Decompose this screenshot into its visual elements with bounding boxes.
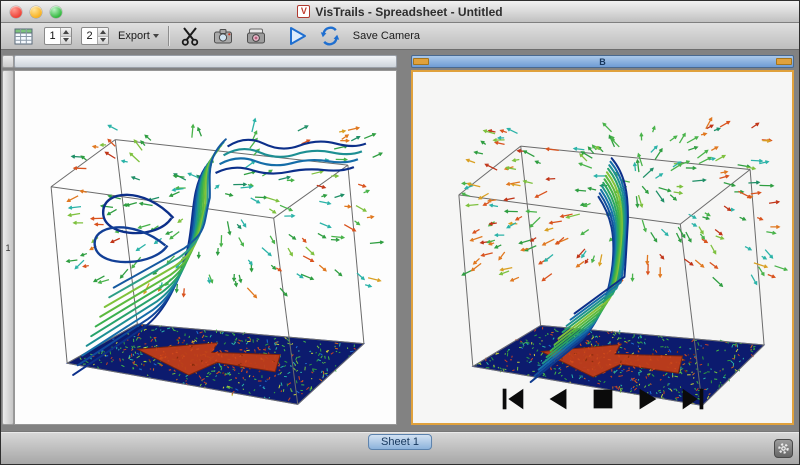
skip-to-end-icon (678, 384, 708, 414)
copy-cell-button[interactable] (244, 24, 268, 48)
row-count-steppers (60, 28, 71, 44)
vistrails-app-icon: V (297, 5, 310, 18)
row-header-1[interactable]: 1 (2, 70, 14, 425)
cut-cell-button[interactable] (178, 24, 202, 48)
column-header-b[interactable]: B (411, 55, 794, 68)
minimize-button[interactable] (30, 6, 42, 18)
camera-copy-icon (245, 25, 267, 47)
skip-to-start-button[interactable] (497, 383, 529, 415)
column-count-spinner[interactable] (81, 27, 109, 45)
execute-play-button[interactable] (285, 24, 309, 48)
zoom-button[interactable] (50, 6, 62, 18)
corner-header[interactable] (2, 55, 14, 68)
column-header-a[interactable] (14, 55, 397, 68)
new-sheet-button[interactable] (11, 24, 35, 48)
window-controls (10, 6, 62, 18)
tab-rail (1, 432, 799, 433)
refresh-button[interactable] (318, 24, 342, 48)
column-count-steppers (97, 28, 108, 44)
skip-to-start-icon (498, 384, 528, 414)
sheet-grid-icon (13, 26, 34, 47)
play-icon (286, 25, 308, 47)
settings-button[interactable] (774, 439, 793, 458)
export-dropdown-icon (153, 34, 159, 38)
column-count-up-button[interactable] (98, 28, 108, 36)
row-count-spinner[interactable] (44, 27, 72, 45)
refresh-icon (319, 25, 341, 47)
gear-icon (777, 442, 790, 455)
column-count-down-button[interactable] (98, 36, 108, 45)
skip-to-end-button[interactable] (677, 383, 709, 415)
save-camera-label: Save Camera (353, 30, 420, 42)
row-header-1-label: 1 (5, 243, 10, 253)
export-menu-button[interactable]: Export (118, 24, 159, 48)
scissors-icon (179, 25, 201, 47)
titlebar[interactable]: V VisTrails - Spreadsheet - Untitled (1, 1, 799, 23)
sheet-tab[interactable]: Sheet 1 (368, 434, 432, 450)
window-title-group: V VisTrails - Spreadsheet - Untitled (297, 5, 502, 19)
selection-mark-left (413, 58, 429, 65)
capture-cell-button[interactable] (211, 24, 235, 48)
row-count-down-button[interactable] (61, 36, 71, 45)
stop-button[interactable] (587, 383, 619, 415)
spinner-up-icon (63, 30, 69, 34)
play-forward-icon (633, 384, 663, 414)
column-count-input[interactable] (82, 28, 97, 44)
selection-mark-right (776, 58, 792, 65)
visualization-b1 (413, 72, 792, 423)
app-window: V VisTrails - Spreadsheet - Untitled (0, 0, 800, 465)
spreadsheet-area: B 1 (1, 50, 799, 431)
step-back-button[interactable] (542, 383, 574, 415)
bottom-bar: Sheet 1 (1, 431, 799, 464)
toolbar-separator (168, 26, 169, 46)
spinner-down-icon (63, 38, 69, 42)
cell-a1[interactable] (14, 70, 397, 425)
column-header-b-label: B (599, 57, 606, 67)
close-button[interactable] (10, 6, 22, 18)
row-count-input[interactable] (45, 28, 60, 44)
export-label: Export (118, 30, 150, 42)
spinner-down-icon (100, 38, 106, 42)
cell-b1-selected[interactable] (411, 70, 794, 425)
camera-icon (212, 25, 234, 47)
row-count-up-button[interactable] (61, 28, 71, 36)
step-back-icon (543, 384, 573, 414)
stop-icon (588, 384, 618, 414)
spinner-up-icon (100, 30, 106, 34)
play-forward-button[interactable] (632, 383, 664, 415)
window-title: VisTrails - Spreadsheet - Untitled (315, 5, 502, 19)
playback-controls (413, 383, 792, 415)
visualization-a1 (15, 71, 396, 424)
toolbar: Export (1, 23, 799, 50)
